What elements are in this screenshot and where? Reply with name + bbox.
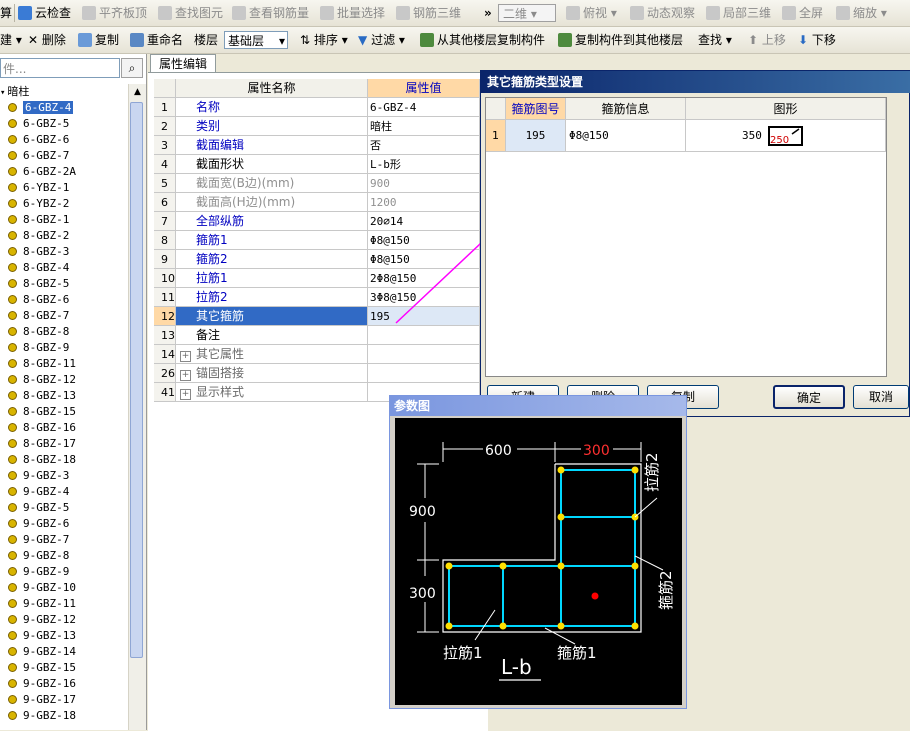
dim-top-right: 300 <box>583 443 610 459</box>
col-stirrup-shape-no: 箍筋图号 <box>506 98 566 120</box>
stirrup-shape-icon: 250 <box>768 126 803 146</box>
cancel-button[interactable]: 取消 <box>853 385 909 409</box>
stirrup-shape-no-cell[interactable]: 195 <box>506 120 566 152</box>
ok-button[interactable]: 确定 <box>773 385 845 409</box>
dim-left-upper: 900 <box>409 504 436 520</box>
parameter-figure-window: 参数图 600 300 900 300 拉筋2 箍筋2 拉筋1 箍筋1 L-b <box>389 395 687 709</box>
l-section-drawing: 600 300 900 300 拉筋2 箍筋2 拉筋1 箍筋1 L-b <box>409 442 675 681</box>
stirrup-shape-cell[interactable]: 350 250 <box>686 120 886 152</box>
dim-left-lower: 300 <box>409 586 436 602</box>
row-number: 1 <box>486 120 506 152</box>
shape-dim-1: 350 <box>742 129 762 142</box>
label-tie-2: 拉筋2 <box>643 452 661 492</box>
label-stirrup-2: 箍筋2 <box>657 570 675 610</box>
dim-top-left: 600 <box>485 443 512 459</box>
stirrup-info-cell[interactable]: Φ8@150 <box>566 120 686 152</box>
longitudinal-bars <box>445 466 639 630</box>
stirrup-type-grid: 箍筋图号 箍筋信息 图形 1 195 Φ8@150 350 250 <box>485 97 887 377</box>
other-stirrup-dialog: 其它箍筋类型设置 箍筋图号 箍筋信息 图形 1 195 Φ8@150 350 2… <box>480 70 910 417</box>
parameter-figure-title: 参数图 <box>390 396 686 416</box>
label-stirrup-1: 箍筋1 <box>557 644 597 662</box>
dialog-title: 其它箍筋类型设置 <box>481 71 910 93</box>
col-stirrup-shape: 图形 <box>686 98 886 120</box>
centroid-dot <box>591 592 599 600</box>
label-tie-1: 拉筋1 <box>443 644 483 662</box>
section-shape-name: L-b <box>501 655 532 679</box>
section-outline <box>442 463 642 633</box>
col-stirrup-info: 箍筋信息 <box>566 98 686 120</box>
parameter-figure-canvas: 600 300 900 300 拉筋2 箍筋2 拉筋1 箍筋1 L-b <box>395 418 682 705</box>
shape-dim-2: 250 <box>770 135 789 146</box>
stirrups <box>448 469 636 627</box>
